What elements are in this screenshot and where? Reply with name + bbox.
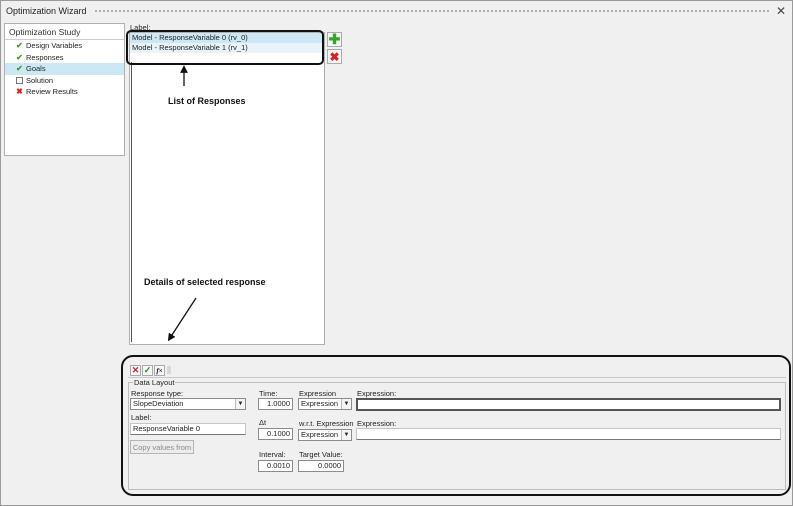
chevron-down-icon: ▼: [235, 399, 245, 409]
expression-type-label: Expression: [299, 389, 337, 398]
tree-item-solution[interactable]: Solution: [5, 75, 124, 87]
tree-item-design-variables[interactable]: ✔ Design Variables: [5, 40, 124, 52]
annotation-highlight-list: [126, 30, 324, 65]
tree-item-label: Review Results: [26, 87, 78, 97]
wrt-expression-input[interactable]: [356, 428, 781, 440]
check-icon: ✔: [16, 41, 23, 51]
expression-type-select[interactable]: Expression ▼: [298, 398, 352, 410]
x-icon: ✕: [131, 365, 140, 375]
expression-input[interactable]: [356, 398, 781, 411]
title-bar: Optimization Wizard ✕: [1, 1, 792, 21]
function-icon: f×: [156, 366, 163, 375]
wrt-type-select[interactable]: Expression ▼: [298, 429, 352, 441]
delta-t-label: Δt: [259, 418, 267, 427]
empty-checkbox-icon: [16, 76, 23, 84]
label-field-label: Label:: [131, 413, 152, 422]
response-type-value: SlopeDeviation: [133, 399, 184, 408]
response-type-select[interactable]: SlopeDeviation ▼: [130, 398, 246, 410]
tree-item-goals[interactable]: ✔ Goals: [5, 63, 124, 75]
copy-values-button[interactable]: Copy values from: [130, 440, 194, 454]
check-icon: ✔: [16, 64, 23, 74]
annotation-details: Details of selected response: [144, 277, 266, 287]
accept-button[interactable]: ✓: [142, 365, 153, 376]
chevron-down-icon: ▼: [341, 399, 351, 409]
group-title: Data Layout: [133, 378, 176, 387]
drag-grip[interactable]: [94, 9, 770, 14]
label-input[interactable]: ResponseVariable 0: [130, 423, 246, 435]
study-tree: Optimization Study ✔ Design Variables ✔ …: [4, 23, 125, 156]
tree-item-label: Responses: [26, 52, 64, 62]
tree-item-label: Solution: [26, 75, 54, 85]
target-value-input[interactable]: 0.0000: [298, 460, 344, 472]
tree-item-responses[interactable]: ✔ Responses: [5, 52, 124, 64]
wrt-type-value: Expression: [301, 430, 339, 439]
wrt-expression-label: Expression:: [357, 419, 397, 428]
chevron-down-icon: ▼: [341, 430, 351, 440]
expression-type-value: Expression: [301, 399, 339, 408]
wrt-label: w.r.t. Expression: [299, 419, 354, 428]
toolbar-divider: [128, 377, 786, 378]
expression-label: Expression:: [357, 389, 397, 398]
expression-builder-button[interactable]: f×: [154, 365, 165, 376]
checkmark-icon: ✓: [143, 365, 152, 375]
tree-item-review-results[interactable]: ✖ Review Results: [5, 86, 124, 98]
tree-item-label: Design Variables: [26, 41, 83, 51]
check-icon: ✔: [16, 52, 23, 62]
toolbar-grip: [167, 366, 171, 374]
delete-x-icon: ✖: [329, 49, 340, 64]
annotation-list-of-responses: List of Responses: [168, 96, 246, 106]
target-value-label: Target Value:: [299, 450, 343, 459]
cross-icon: ✖: [16, 87, 23, 97]
time-input[interactable]: 1.0000: [258, 398, 293, 410]
add-response-button[interactable]: ✚: [327, 31, 342, 47]
tree-header: Optimization Study: [5, 24, 124, 40]
delta-t-input[interactable]: 0.1000: [258, 428, 293, 440]
tree-item-label: Goals: [26, 64, 46, 74]
interval-input[interactable]: 0.0010: [258, 460, 293, 472]
response-type-label: Response type:: [131, 389, 184, 398]
delete-response-button[interactable]: ✖: [327, 49, 342, 64]
plus-icon: ✚: [328, 31, 341, 47]
window-title: Optimization Wizard: [6, 6, 87, 16]
time-label: Time:: [259, 389, 278, 398]
interval-label: Interval:: [259, 450, 286, 459]
close-icon[interactable]: ✕: [776, 4, 786, 18]
reject-button[interactable]: ✕: [130, 365, 141, 376]
response-list[interactable]: Model - ResponseVariable 0 (rv_0) Model …: [129, 32, 325, 345]
list-divider: [131, 62, 132, 342]
